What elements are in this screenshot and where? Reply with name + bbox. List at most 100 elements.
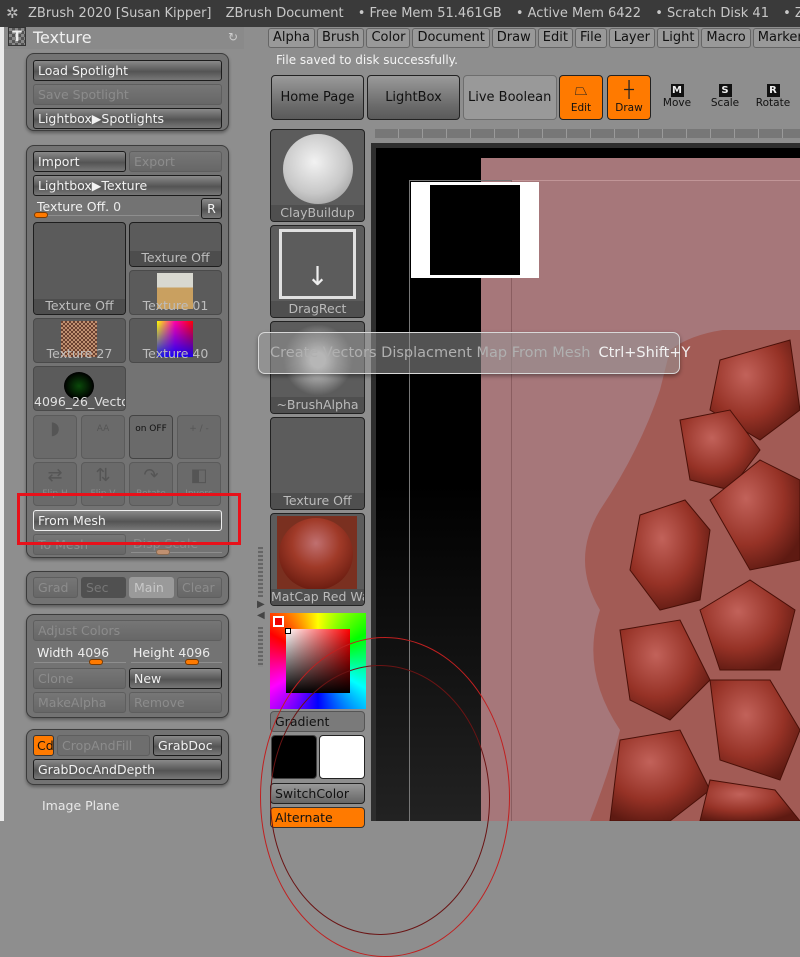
- draw-label: Draw: [615, 102, 643, 114]
- active-mem: • Active Mem 6422: [515, 6, 642, 21]
- grab-doc-button[interactable]: GrabDoc: [153, 735, 222, 756]
- document-title: ZBrush Document: [225, 6, 344, 21]
- width-slider[interactable]: [34, 662, 126, 663]
- clay-buildup-sphere-icon: [283, 134, 353, 204]
- from-mesh-tooltip: Create Vectors Displacment Map From Mesh…: [258, 332, 690, 374]
- texture-thumb-vector-disp[interactable]: 4096_26_VectorD: [33, 366, 126, 411]
- texture-thumb-40[interactable]: Texture 40: [129, 318, 222, 363]
- main-button[interactable]: Main: [129, 577, 174, 598]
- cd-toggle[interactable]: Cd: [33, 735, 54, 756]
- antialias-icon: AA: [96, 424, 110, 434]
- menu-draw[interactable]: Draw: [491, 28, 536, 48]
- menu-brush[interactable]: Brush: [316, 28, 365, 48]
- navigator-view-rect[interactable]: [430, 185, 520, 275]
- on-off-button[interactable]: on OFF: [129, 415, 173, 459]
- menu-marker[interactable]: Marker: [752, 28, 800, 48]
- live-boolean-button[interactable]: Live Boolean: [463, 75, 557, 120]
- clear-button[interactable]: Clear: [177, 577, 222, 598]
- adjust-colors-button[interactable]: Adjust Colors: [33, 620, 222, 641]
- zbrush-logo-icon: ✲: [6, 4, 19, 22]
- sculpted-rocks-model[interactable]: [560, 330, 800, 821]
- draw-crosshair-icon: ┼: [624, 80, 634, 99]
- clone-button[interactable]: Clone: [33, 668, 126, 689]
- remove-button[interactable]: Remove: [129, 692, 222, 713]
- menu-layer[interactable]: Layer: [608, 28, 655, 48]
- menu-file[interactable]: File: [574, 28, 607, 48]
- thumb-label: Texture Off: [130, 251, 221, 266]
- free-mem: • Free Mem 51.461GB: [357, 6, 502, 21]
- antialias-button[interactable]: AA: [81, 415, 125, 459]
- menu-document[interactable]: Document: [412, 28, 490, 48]
- make-alpha-button[interactable]: MakeAlpha: [33, 692, 126, 713]
- sec-button[interactable]: Sec: [81, 577, 126, 598]
- height-slider-knob[interactable]: [185, 659, 199, 665]
- main-color-swatch[interactable]: [273, 616, 284, 627]
- texture-off-slider-label: Texture Off. 0: [37, 199, 121, 214]
- texture-palette-header[interactable]: T Texture ↻: [4, 27, 244, 49]
- edit-icon: ⏢: [574, 80, 588, 99]
- title-bar: ✲ ZBrush 2020 [Susan Kipper] ZBrush Docu…: [0, 0, 800, 27]
- plus-minus-button[interactable]: + / -: [177, 415, 221, 459]
- refresh-icon[interactable]: ↻: [228, 30, 238, 44]
- move-button[interactable]: M Move: [655, 75, 699, 120]
- tray-collapse-arrow-icon[interactable]: ▶ ◀: [257, 599, 265, 621]
- grad-button[interactable]: Grad: [33, 577, 78, 598]
- document-guide-horizontal: [511, 180, 800, 181]
- lightbox-button[interactable]: LightBox: [367, 75, 460, 120]
- height-value: 4096: [178, 645, 211, 660]
- flip-v-icon: ⇅: [95, 465, 111, 486]
- palette-title: Texture: [33, 28, 92, 47]
- color-selection-marker[interactable]: [285, 628, 291, 634]
- width-slider-knob[interactable]: [89, 659, 103, 665]
- height-label-text: Height: [133, 645, 175, 660]
- edit-mode-button[interactable]: ⏢ Edit: [559, 75, 603, 120]
- import-button[interactable]: Import: [33, 151, 126, 172]
- tray-drag-handle-top[interactable]: [258, 547, 263, 597]
- image-plane-label[interactable]: Image Plane: [42, 798, 119, 813]
- menu-color[interactable]: Color: [366, 28, 411, 48]
- lightbox-texture-button[interactable]: Lightbox▶Texture: [33, 175, 222, 196]
- texture-slider-track[interactable]: [34, 215, 199, 216]
- scale-label: Scale: [710, 97, 740, 109]
- fade-button[interactable]: ◗: [33, 415, 77, 459]
- scale-button[interactable]: S Scale: [703, 75, 747, 120]
- disp-scale-slider[interactable]: [131, 552, 222, 553]
- menu-edit[interactable]: Edit: [537, 28, 573, 48]
- texture-slider-knob[interactable]: [34, 212, 48, 218]
- home-page-button[interactable]: Home Page: [271, 75, 364, 120]
- material-selector[interactable]: MatCap Red Wax: [270, 513, 365, 606]
- crop-and-fill-button[interactable]: CropAndFill: [57, 735, 150, 756]
- texture-thumb-01[interactable]: Texture 01: [129, 270, 222, 315]
- texture-thumb-current[interactable]: Texture Off: [33, 222, 126, 315]
- edit-label: Edit: [570, 102, 592, 114]
- width-value: 4096: [77, 645, 110, 660]
- brush-selector[interactable]: ClayBuildup: [270, 129, 365, 222]
- texture-selector[interactable]: Texture Off: [270, 417, 365, 510]
- texture-thumb-27[interactable]: Texture 27: [33, 318, 126, 363]
- rotate-label: Rotate: [755, 97, 791, 109]
- canvas-ruler: [375, 129, 800, 138]
- ztime: • ZTime▶3.234: [783, 6, 800, 21]
- menu-macro[interactable]: Macro: [701, 28, 751, 48]
- disp-scale-knob[interactable]: [156, 549, 170, 555]
- texture-thumb-off[interactable]: Texture Off: [129, 222, 222, 267]
- scratch-disk: • Scratch Disk 41: [655, 6, 769, 21]
- export-button[interactable]: Export: [129, 151, 222, 172]
- draw-mode-button[interactable]: ┼ Draw: [607, 75, 651, 120]
- grab-doc-and-depth-button[interactable]: GrabDocAndDepth: [33, 759, 222, 780]
- reset-button[interactable]: R: [201, 198, 222, 219]
- new-button[interactable]: New: [129, 668, 222, 689]
- menu-alpha[interactable]: Alpha: [268, 28, 315, 48]
- load-spotlight-button[interactable]: Load Spotlight: [33, 60, 222, 81]
- move-label: Move: [662, 97, 692, 109]
- stroke-selector[interactable]: ↓ DragRect: [270, 225, 365, 318]
- save-spotlight-button[interactable]: Save Spotlight: [33, 84, 222, 105]
- lightbox-spotlights-button[interactable]: Lightbox▶Spotlights: [33, 108, 222, 129]
- rotate-tool-button[interactable]: R Rotate: [751, 75, 795, 120]
- rotate-icon: ↷: [143, 465, 159, 486]
- tray-drag-handle-bottom[interactable]: [258, 627, 263, 667]
- menu-light[interactable]: Light: [656, 28, 700, 48]
- texture-name: Texture Off: [271, 493, 364, 509]
- navigator-thumbnail[interactable]: [411, 182, 539, 278]
- height-slider[interactable]: [131, 662, 222, 663]
